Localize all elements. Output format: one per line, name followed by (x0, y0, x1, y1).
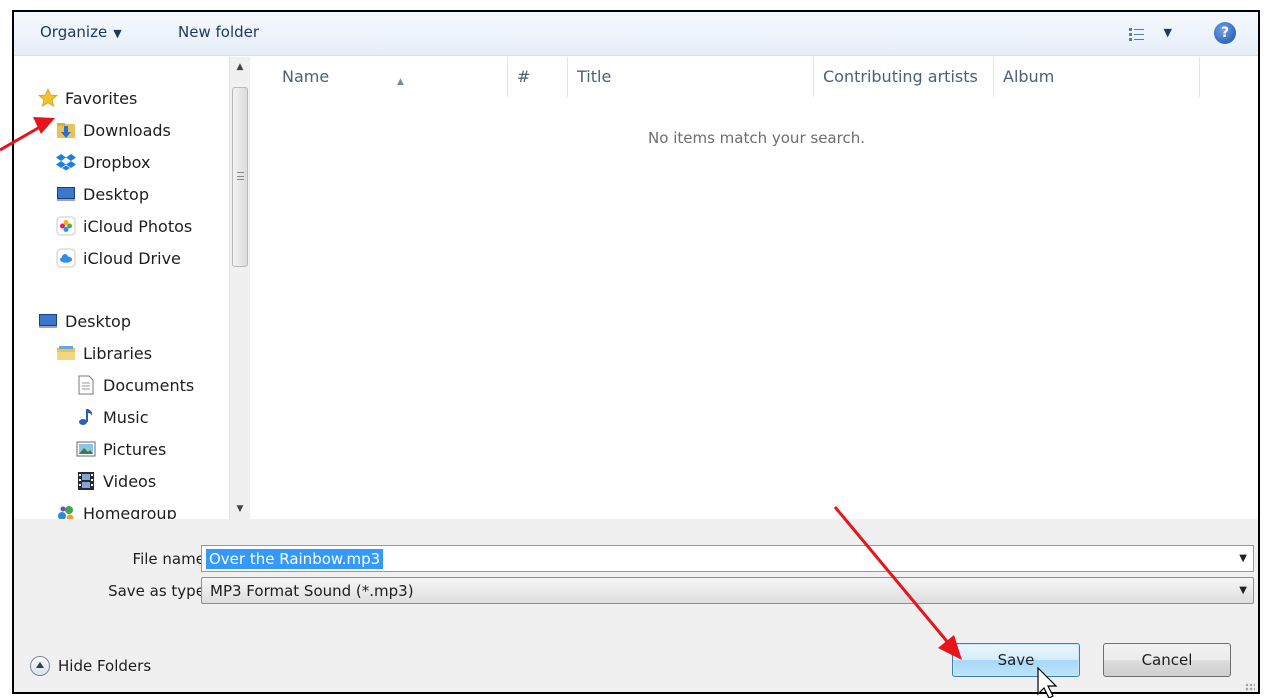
empty-results-message: No items match your search. (648, 129, 865, 147)
file-name-value: Over the Rainbow.mp3 (206, 549, 384, 569)
nav-music[interactable]: Music (76, 402, 149, 432)
organize-label: Organize (40, 23, 108, 41)
hide-folders-button[interactable]: Hide Folders (30, 656, 151, 676)
nav-scrollbar[interactable]: ▲ ▼ (229, 57, 250, 519)
sort-ascending-icon: ▲ (397, 77, 404, 87)
scroll-up-arrow-icon[interactable]: ▲ (230, 57, 250, 77)
command-bar: Organize ▼ New folder ▼ ? (14, 12, 1258, 56)
resize-grip-icon[interactable] (1245, 683, 1255, 692)
scroll-down-arrow-icon[interactable]: ▼ (230, 499, 250, 519)
navigation-pane: Favorites Downloads Dropbox Desktop iClo… (14, 57, 251, 523)
icloud-drive-icon (56, 248, 76, 268)
pictures-icon (76, 441, 96, 457)
file-list: Name ▲ # Title Contributing artists Albu… (251, 57, 1258, 519)
column-header-name[interactable]: Name ▲ (273, 57, 508, 97)
chevron-down-icon[interactable]: ▼ (1239, 585, 1247, 596)
libraries-icon (57, 346, 75, 360)
column-header-number[interactable]: # (508, 57, 568, 97)
organize-menu-button[interactable]: Organize ▼ (40, 23, 122, 41)
nav-label: Desktop (83, 184, 149, 204)
nav-label: iCloud Drive (83, 248, 181, 268)
nav-label: iCloud Photos (83, 216, 193, 236)
nav-desktop[interactable]: Desktop (38, 306, 131, 336)
nav-libraries[interactable]: Libraries (56, 338, 152, 368)
nav-dropbox[interactable]: Dropbox (56, 147, 150, 177)
scroll-thumb[interactable] (232, 87, 248, 267)
nav-label: Documents (103, 375, 195, 395)
nav-label: Desktop (65, 311, 131, 331)
nav-label: Videos (103, 471, 157, 491)
help-icon[interactable]: ? (1214, 22, 1236, 44)
column-header-album[interactable]: Album (994, 57, 1200, 97)
nav-icloud-drive[interactable]: iCloud Drive (56, 243, 181, 273)
view-list-icon[interactable] (1128, 26, 1146, 42)
save-as-dialog: Organize ▼ New folder ▼ ? Favorites Downl… (12, 10, 1260, 694)
save-as-type-select[interactable]: MP3 Format Sound (*.mp3) ▼ (201, 577, 1254, 604)
column-header-title[interactable]: Title (568, 57, 814, 97)
desktop-icon (57, 187, 75, 201)
nav-icloud-photos[interactable]: iCloud Photos (56, 211, 192, 241)
save-as-type-label: Save as type: (108, 582, 210, 600)
nav-label: Pictures (103, 439, 167, 459)
nav-downloads[interactable]: Downloads (56, 115, 171, 145)
save-form: File name: Over the Rainbow.mp3 ▼ Save a… (14, 519, 1258, 692)
new-folder-button[interactable]: New folder (178, 23, 259, 41)
nav-favorites[interactable]: Favorites (38, 83, 137, 113)
chevron-down-icon: ▼ (113, 27, 122, 40)
view-options-chevron-icon[interactable]: ▼ (1164, 26, 1172, 39)
file-name-input[interactable]: Over the Rainbow.mp3 ▼ (201, 545, 1254, 572)
dropbox-icon (56, 154, 76, 171)
save-button[interactable]: Save (952, 643, 1080, 677)
cancel-button[interactable]: Cancel (1103, 643, 1231, 677)
nav-videos[interactable]: Videos (76, 466, 156, 496)
grip-icon (237, 172, 244, 180)
nav-label: Downloads (83, 120, 171, 140)
chevron-down-icon[interactable]: ▼ (1239, 553, 1247, 564)
nav-label: Favorites (65, 88, 138, 108)
documents-icon (78, 375, 94, 395)
column-label: Name (282, 67, 330, 86)
nav-label: Dropbox (83, 152, 151, 172)
desktop-icon (39, 314, 57, 328)
nav-label: Libraries (83, 343, 153, 363)
icloud-photos-icon (56, 216, 76, 236)
column-header-contributing-artists[interactable]: Contributing artists (814, 57, 994, 97)
collapse-up-icon (30, 656, 50, 676)
nav-pictures[interactable]: Pictures (76, 434, 166, 464)
file-name-label: File name: (132, 550, 210, 568)
nav-documents[interactable]: Documents (76, 370, 194, 400)
music-icon (79, 409, 93, 425)
nav-label: Music (103, 407, 149, 427)
hide-folders-label: Hide Folders (58, 657, 152, 675)
nav-desktop-favorite[interactable]: Desktop (56, 179, 149, 209)
save-as-type-value: MP3 Format Sound (*.mp3) (210, 582, 414, 600)
downloads-folder-icon (57, 123, 75, 138)
videos-icon (78, 472, 94, 490)
star-icon (38, 88, 58, 107)
